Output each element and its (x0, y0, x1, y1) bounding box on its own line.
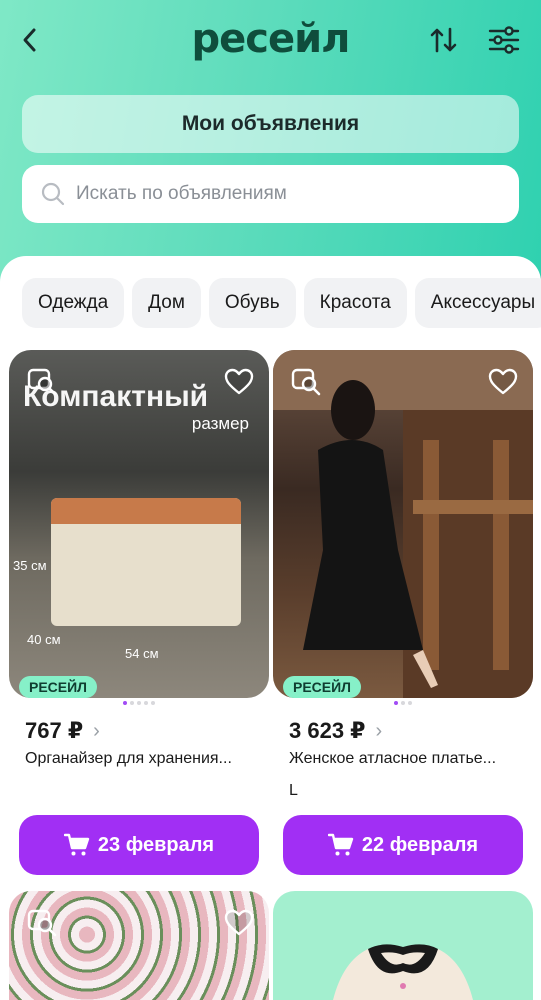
dimension-label: 40 см (27, 632, 61, 647)
product-image[interactable] (273, 350, 533, 698)
heart-icon[interactable] (487, 366, 519, 398)
category-chip-home[interactable]: Дом (132, 278, 201, 328)
blouse-photo (333, 944, 473, 1000)
sort-icon (430, 27, 457, 53)
product-price[interactable]: 3 623 ₽ › (289, 718, 382, 744)
resale-badge: РЕСЕЙЛ (283, 676, 362, 698)
sort-button[interactable] (426, 22, 462, 58)
price-value: 767 ₽ (25, 718, 84, 743)
product-card[interactable] (9, 891, 269, 1000)
product-price[interactable]: 767 ₽ › (25, 718, 100, 744)
category-chips: Одежда Дом Обувь Красота Аксессуары (22, 278, 541, 328)
category-chip-clothes[interactable]: Одежда (22, 278, 125, 328)
pagination-dot (401, 701, 405, 705)
pagination-dot (137, 701, 141, 705)
pagination-dot (151, 701, 155, 705)
search-input[interactable] (76, 183, 496, 205)
product-card[interactable] (273, 891, 533, 1000)
chevron-right-icon: › (93, 719, 100, 742)
category-chip-beauty[interactable]: Красота (303, 278, 407, 328)
product-title[interactable]: Женское атласное платье... (289, 750, 529, 768)
image-caption-sub: размер (191, 414, 249, 433)
product-card[interactable]: Компактный размер 35 см 40 см 54 см РЕСЕ… (9, 350, 269, 875)
add-to-cart-button[interactable]: 22 февраля (283, 815, 523, 875)
image-pagination (273, 701, 533, 705)
dimension-label: 35 см (13, 558, 47, 573)
product-size: L (289, 782, 298, 799)
pagination-dot (144, 701, 148, 705)
resale-badge: РЕСЕЙЛ (19, 676, 98, 698)
product-title[interactable]: Органайзер для хранения... (25, 750, 265, 768)
product-image[interactable] (273, 891, 533, 1000)
pagination-dot (123, 701, 127, 705)
search-bar[interactable] (22, 165, 519, 223)
organizer-box-band (51, 498, 241, 524)
category-chip-shoes[interactable]: Обувь (208, 278, 296, 328)
pagination-dot (408, 701, 412, 705)
product-card[interactable]: РЕСЕЙЛ 3 623 ₽ › Женское атласное платье… (273, 350, 533, 875)
dimension-label: 54 см (125, 646, 159, 661)
top-bar: ресейл (0, 0, 541, 82)
heart-icon[interactable] (223, 907, 255, 939)
product-image[interactable] (9, 891, 269, 1000)
my-ads-button[interactable]: Мои объявления (22, 95, 519, 153)
delivery-date: 23 февраля (97, 833, 215, 856)
pagination-dot (130, 701, 134, 705)
image-search-icon[interactable] (291, 366, 323, 398)
dress-photo (273, 350, 533, 698)
category-chip-accessories[interactable]: Аксессуары (414, 278, 541, 328)
search-icon (41, 182, 65, 206)
cart-icon (327, 833, 354, 856)
delivery-date: 22 февраля (361, 833, 479, 856)
heart-icon[interactable] (223, 366, 255, 398)
image-search-icon[interactable] (27, 366, 59, 398)
image-search-icon[interactable] (27, 907, 59, 939)
cart-icon (63, 833, 90, 856)
pagination-dot (394, 701, 398, 705)
price-value: 3 623 ₽ (289, 718, 366, 743)
image-pagination (9, 701, 269, 705)
product-image[interactable]: Компактный размер 35 см 40 см 54 см (9, 350, 269, 698)
add-to-cart-button[interactable]: 23 февраля (19, 815, 259, 875)
filter-button[interactable] (484, 22, 524, 58)
filter-sliders-icon (488, 26, 520, 54)
chevron-right-icon: › (375, 719, 383, 742)
